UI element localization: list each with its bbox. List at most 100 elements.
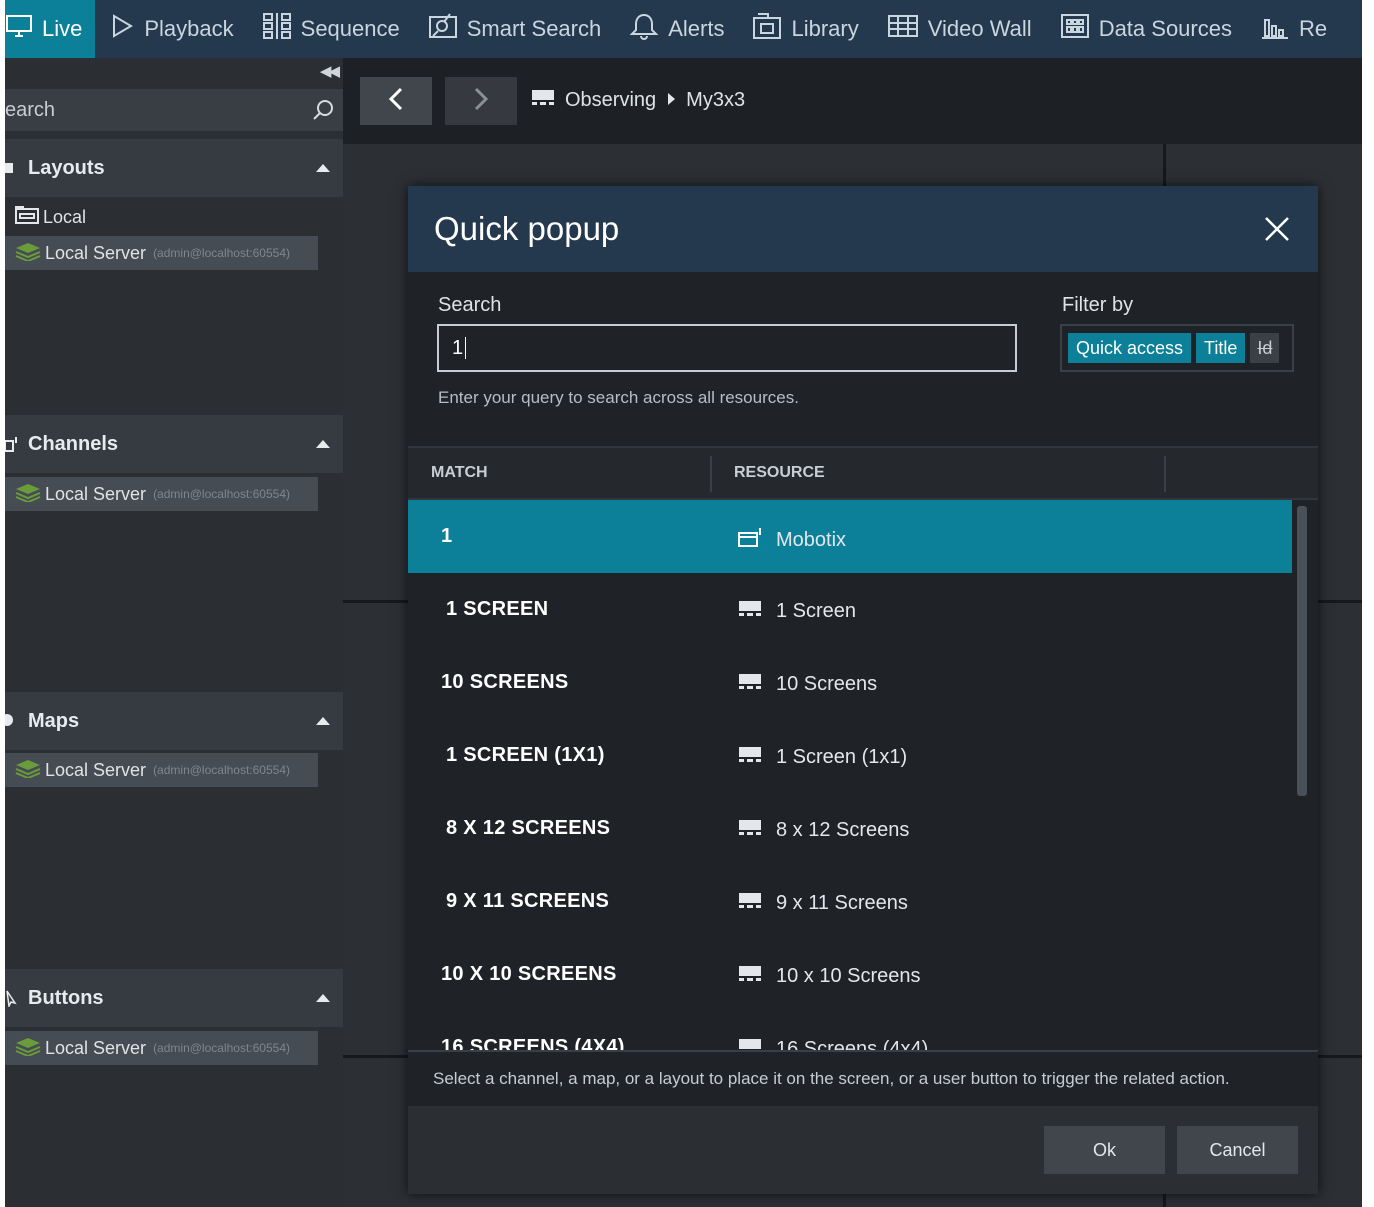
table-row[interactable]: 1 SCREEN (1X1) 1 Screen (1x1) (408, 719, 1292, 792)
map-icon (5, 712, 27, 730)
row-resource-label: 1 Screen (1x1) (776, 745, 908, 768)
nav-live[interactable]: Live (5, 0, 96, 58)
filter-group: Quick access Title Id (1060, 324, 1294, 372)
section-maps[interactable]: Maps (5, 692, 343, 750)
nav-sequence[interactable]: Sequence (248, 0, 414, 58)
row-resource-label: Mobotix (776, 528, 847, 551)
section-channels-title: Channels (28, 432, 119, 455)
video-wall-icon (887, 13, 919, 45)
footer-help-text: Select a channel, a map, or a layout to … (433, 1069, 1230, 1088)
nav-reports-label: Re (1298, 16, 1328, 41)
button-icon (5, 989, 27, 1007)
tree-item-local[interactable]: Local (5, 202, 86, 232)
column-resource[interactable]: RESOURCE (734, 464, 825, 482)
dialog-header: Quick popup (408, 186, 1318, 272)
divider (408, 1050, 1318, 1052)
table-row[interactable]: 10 X 10 SCREENS 10 x 10 Screens (408, 938, 1292, 1011)
top-nav: Live Playback Sequence Smart Search Aler… (5, 0, 1362, 58)
sidebar-search-input[interactable]: earch (5, 89, 343, 131)
row-match: 1 SCREEN (446, 598, 549, 620)
nav-playback[interactable]: Playback (95, 0, 247, 58)
nav-smart-search[interactable]: Smart Search (414, 0, 616, 58)
section-channels[interactable]: Channels (5, 415, 343, 473)
layout-icon (738, 891, 762, 915)
close-icon[interactable] (1262, 214, 1292, 244)
server-label: Local Server (45, 242, 147, 263)
search-input[interactable]: 1 (437, 324, 1017, 372)
layout-icon (738, 818, 762, 842)
collapse-caret-icon[interactable] (303, 993, 343, 1003)
layout-icon (738, 745, 762, 769)
table-row[interactable]: 8 X 12 SCREENS 8 x 12 Screens (408, 792, 1292, 865)
row-resource-label: 10 Screens (776, 672, 878, 695)
column-match[interactable]: MATCH (431, 464, 488, 482)
tree-item-server[interactable]: Local Server (admin@localhost:60554) (5, 1031, 318, 1065)
ok-button[interactable]: Ok (1044, 1126, 1165, 1174)
server-label: Local Server (45, 1037, 147, 1058)
table-row[interactable]: 16 SCREENS (4X4) 16 Screens (4x4) (408, 1011, 1292, 1050)
row-match: 16 SCREENS (4X4) (441, 1036, 625, 1050)
nav-video-wall-label: Video Wall (927, 16, 1032, 41)
row-resource: 16 Screens (4x4) (738, 1037, 928, 1050)
column-separator[interactable] (710, 456, 712, 492)
table-row[interactable]: 1 Mobotix (408, 500, 1292, 573)
row-resource: 8 x 12 Screens (738, 818, 909, 842)
server-label: Local Server (45, 483, 147, 504)
reports-icon (1260, 12, 1290, 46)
breadcrumb-observing[interactable]: Observing (565, 89, 656, 112)
tree-item-server[interactable]: Local Server (admin@localhost:60554) (5, 236, 318, 270)
row-match: 1 (441, 525, 453, 547)
tree-item-server[interactable]: Local Server (admin@localhost:60554) (5, 753, 318, 787)
filter-title[interactable]: Title (1196, 333, 1246, 363)
nav-video-wall[interactable]: Video Wall (873, 0, 1046, 58)
bell-icon (629, 12, 659, 46)
server-stack-icon (15, 241, 41, 266)
breadcrumb-my3x3[interactable]: My3x3 (686, 89, 745, 112)
folder-icon (15, 205, 39, 229)
table-row[interactable]: 1 SCREEN 1 Screen (408, 573, 1292, 646)
results-scrollbar[interactable] (1297, 506, 1307, 796)
section-layouts[interactable]: Layouts (5, 139, 343, 197)
table-row[interactable]: 10 SCREENS 10 Screens (408, 646, 1292, 719)
forward-button[interactable] (445, 77, 517, 125)
row-resource-label: 16 Screens (4x4) (776, 1037, 929, 1051)
quick-popup-dialog: Quick popup Search 1 Enter your query to… (408, 186, 1318, 1194)
monitor-icon (5, 13, 33, 45)
server-sub-label: (admin@localhost:60554) (153, 487, 290, 501)
camera-icon (5, 435, 27, 453)
breadcrumb: Observing My3x3 (531, 88, 745, 112)
nav-alerts[interactable]: Alerts (615, 0, 738, 58)
column-separator[interactable] (1164, 456, 1166, 492)
server-stack-icon (15, 1036, 41, 1061)
table-row[interactable]: 9 X 11 SCREENS 9 x 11 Screens (408, 865, 1292, 938)
back-button[interactable] (360, 77, 432, 125)
nav-data-sources[interactable]: Data Sources (1046, 0, 1246, 58)
search-hint: Enter your query to search across all re… (438, 388, 799, 407)
filter-quick-access[interactable]: Quick access (1068, 333, 1192, 363)
collapse-caret-icon[interactable] (303, 163, 343, 173)
layout-icon (738, 964, 762, 988)
play-icon (109, 13, 135, 45)
results-list: 1 Mobotix 1 SCREEN 1 Screen 10 SCREENS 1… (408, 500, 1292, 1050)
layout-icon (738, 599, 762, 623)
row-match: 8 X 12 SCREENS (446, 817, 611, 839)
server-sub-label: (admin@localhost:60554) (153, 763, 290, 777)
filter-id[interactable]: Id (1250, 333, 1280, 363)
row-match: 1 SCREEN (1X1) (446, 744, 605, 766)
filter-label: Filter by (1062, 294, 1134, 316)
section-buttons[interactable]: Buttons (5, 969, 343, 1027)
tree-item-server[interactable]: Local Server (admin@localhost:60554) (5, 477, 318, 511)
collapse-caret-icon[interactable] (303, 716, 343, 726)
collapse-sidebar-icon[interactable]: ◀◀ (320, 62, 340, 80)
nav-library[interactable]: Library (738, 0, 872, 58)
search-icon[interactable] (303, 98, 343, 122)
collapse-caret-icon[interactable] (303, 439, 343, 449)
cancel-button[interactable]: Cancel (1177, 1126, 1298, 1174)
sidebar-search-placeholder: earch (5, 98, 56, 121)
nav-reports[interactable]: Re (1246, 0, 1341, 58)
dialog-footer: Ok Cancel (408, 1106, 1318, 1194)
row-resource: 10 x 10 Screens (738, 964, 921, 988)
nav-alerts-label: Alerts (668, 16, 725, 41)
nav-library-label: Library (791, 16, 859, 41)
section-buttons-title: Buttons (28, 986, 104, 1009)
